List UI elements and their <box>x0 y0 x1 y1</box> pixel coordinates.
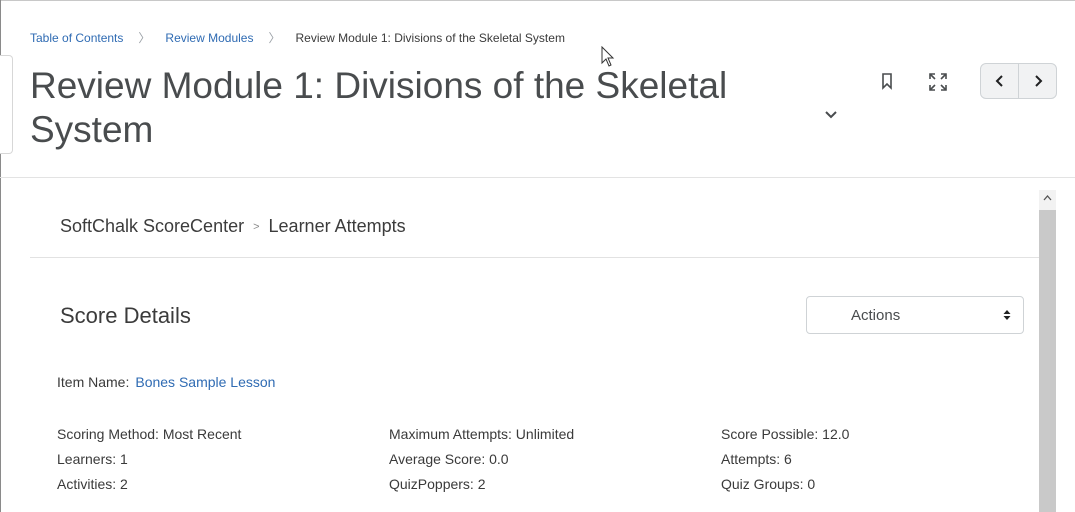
learner-attempts-label: Learner Attempts <box>268 216 406 236</box>
actions-dropdown-label: Actions <box>851 306 901 324</box>
average-score: Average Score: 0.0 <box>389 451 509 467</box>
header-divider <box>0 177 1075 178</box>
chevron-left-icon <box>995 75 1003 87</box>
item-name-label: Item Name: <box>57 374 130 390</box>
breadcrumb: Table of Contents 〉 Review Modules 〉 Rev… <box>30 29 565 46</box>
item-name-link[interactable]: Bones Sample Lesson <box>135 374 275 390</box>
scorecenter-link[interactable]: SoftChalk ScoreCenter <box>60 216 244 237</box>
section-divider <box>30 257 1039 258</box>
scorecenter-breadcrumb: SoftChalk ScoreCenter > Learner Attempts <box>60 216 406 237</box>
item-name-row: Item Name: Bones Sample Lesson <box>57 374 275 390</box>
score-possible: Score Possible: 12.0 <box>721 426 850 442</box>
bookmark-icon[interactable] <box>879 71 895 91</box>
scoring-method: Scoring Method: Most Recent <box>57 426 242 442</box>
actions-dropdown[interactable]: Actions <box>806 296 1024 334</box>
page-title: Review Module 1: Divisions of the Skelet… <box>30 65 728 150</box>
previous-topic-button[interactable] <box>981 64 1018 98</box>
window-top-border <box>0 0 1075 1</box>
activities-count: Activities: 2 <box>57 476 128 492</box>
breadcrumb-table-of-contents[interactable]: Table of Contents <box>30 31 123 45</box>
scroll-up-arrow-icon[interactable] <box>1041 192 1054 204</box>
mouse-pointer-icon <box>601 46 615 67</box>
next-topic-button[interactable] <box>1018 64 1056 98</box>
quizpoppers-count: QuizPoppers: 2 <box>389 476 486 492</box>
scorecenter-separator: > <box>253 220 260 233</box>
breadcrumb-review-modules[interactable]: Review Modules <box>165 31 253 45</box>
chevron-right-icon <box>1034 75 1042 87</box>
attempts-count: Attempts: 6 <box>721 451 792 467</box>
learners-count: Learners: 1 <box>57 451 128 467</box>
scrollbar-thumb[interactable] <box>1039 210 1056 512</box>
fullscreen-icon[interactable] <box>927 71 949 93</box>
quiz-groups-count: Quiz Groups: 0 <box>721 476 816 492</box>
maximum-attempts: Maximum Attempts: Unlimited <box>389 426 575 442</box>
select-caret-icon <box>1003 310 1011 320</box>
topic-navigation <box>980 63 1057 99</box>
chevron-down-icon[interactable] <box>820 104 842 126</box>
breadcrumb-separator-icon: 〉 <box>268 31 281 45</box>
side-panel-tab[interactable] <box>0 55 13 154</box>
breadcrumb-separator-icon: 〉 <box>138 31 151 45</box>
breadcrumb-current: Review Module 1: Divisions of the Skelet… <box>295 30 565 45</box>
score-details-heading: Score Details <box>60 303 191 328</box>
